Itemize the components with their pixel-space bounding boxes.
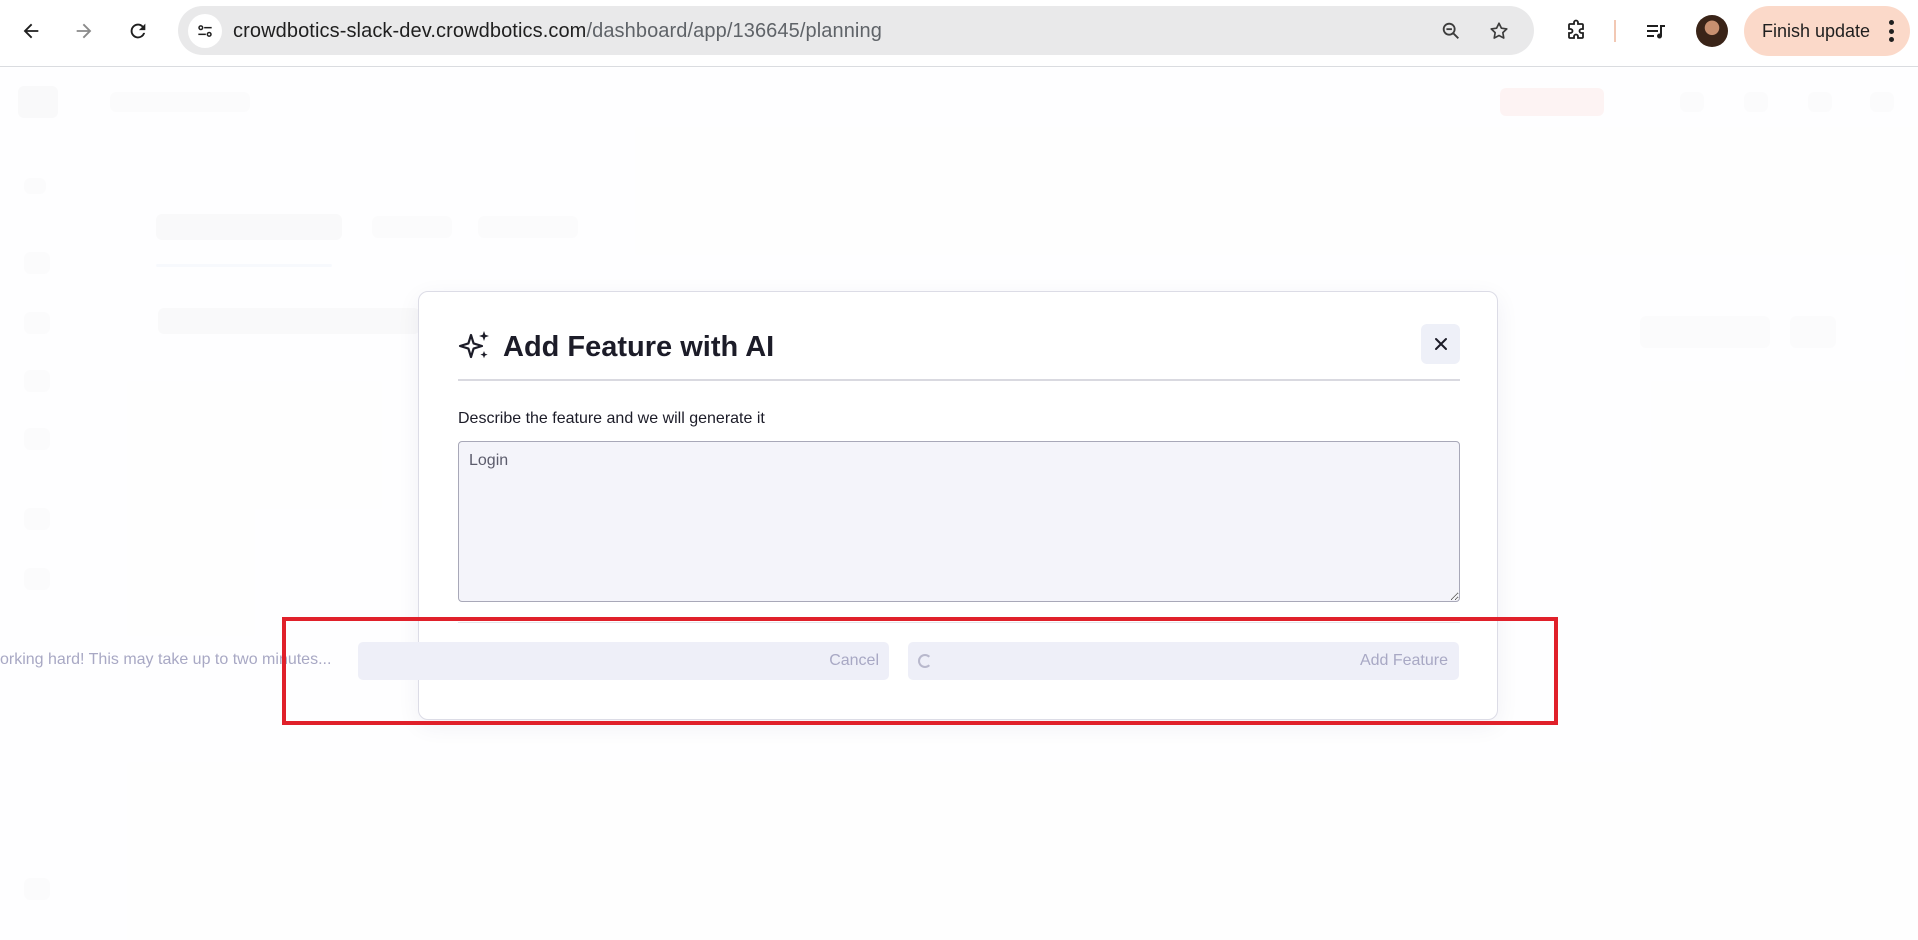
finish-update-label: Finish update xyxy=(1762,20,1871,41)
back-arrow-icon xyxy=(23,23,39,39)
modal-header: Add Feature with AI xyxy=(458,324,1460,381)
feature-description-label: Describe the feature and we will generat… xyxy=(458,410,765,427)
puzzle-icon xyxy=(1568,19,1584,39)
url-text[interactable]: crowdbotics-slack-dev.crowdbotics.com/da… xyxy=(233,20,882,43)
site-settings-icon xyxy=(198,25,212,37)
reload-button[interactable] xyxy=(121,14,155,48)
reload-icon xyxy=(130,23,146,39)
address-bar[interactable]: crowdbotics-slack-dev.crowdbotics.com/da… xyxy=(178,6,1534,55)
feature-description-input[interactable]: Login xyxy=(458,441,1460,602)
kebab-menu-icon[interactable] xyxy=(1888,20,1894,42)
modal-title: Add Feature with AI xyxy=(503,331,775,363)
forward-button[interactable] xyxy=(67,14,101,48)
star-icon xyxy=(1490,22,1508,39)
close-icon xyxy=(1434,338,1447,350)
browser-toolbar: crowdbotics-slack-dev.crowdbotics.com/da… xyxy=(0,0,1918,67)
forward-arrow-icon xyxy=(76,23,92,39)
bookmark-button[interactable] xyxy=(1486,18,1512,44)
toolbar-divider xyxy=(1614,20,1616,42)
zoom-out-icon xyxy=(1442,22,1459,39)
back-button[interactable] xyxy=(14,14,48,48)
finish-update-button[interactable]: Finish update xyxy=(1744,6,1910,56)
url-host: crowdbotics-slack-dev.crowdbotics.com xyxy=(233,20,587,42)
highlight-annotation-box xyxy=(282,617,1558,725)
avatar[interactable] xyxy=(1696,15,1728,47)
extensions-button[interactable] xyxy=(1560,15,1592,47)
site-settings-button[interactable] xyxy=(188,14,222,48)
media-queue-icon xyxy=(1647,25,1665,39)
close-button[interactable] xyxy=(1421,324,1460,364)
sparkle-icon xyxy=(458,331,489,359)
media-controls-button[interactable] xyxy=(1640,15,1672,47)
url-path: /dashboard/app/136645/planning xyxy=(586,20,882,42)
zoom-button[interactable] xyxy=(1438,18,1464,44)
